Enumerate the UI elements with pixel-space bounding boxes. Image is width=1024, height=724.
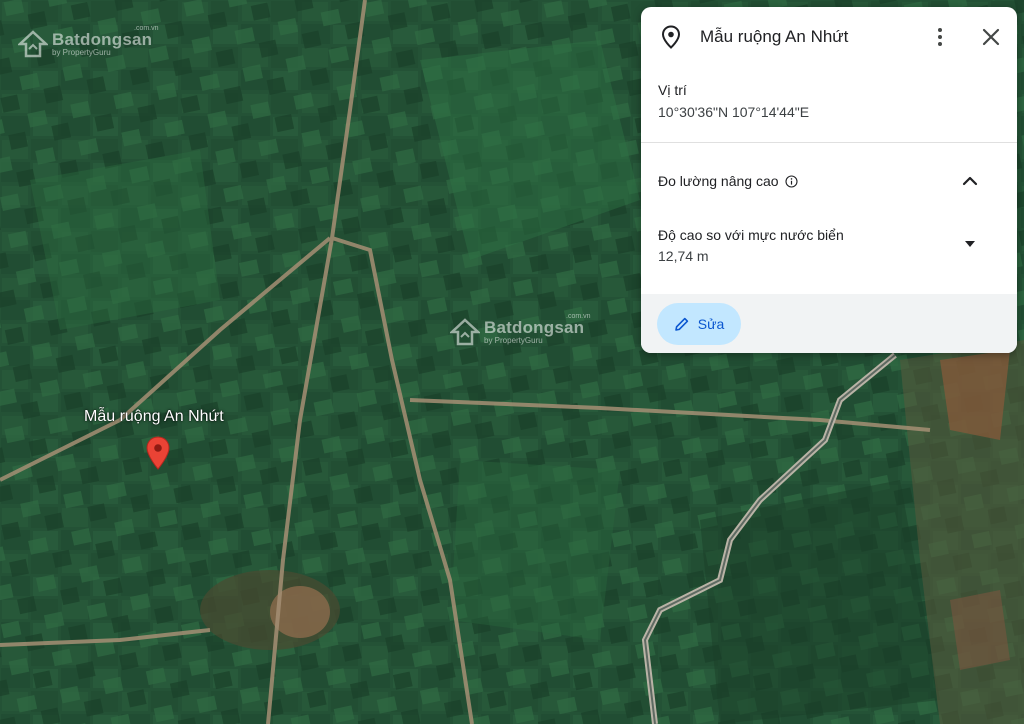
panel-title: Mẫu ruộng An Nhứt [700,27,849,46]
elevation-label: Độ cao so với mực nước biển [658,227,844,243]
watermark-brand: Batdongsan [484,318,585,337]
advanced-measurements-label: Đo lường nâng cao [658,173,779,189]
place-details-panel: Mẫu ruộng An Nhứt Vị trí 10°30'36"N 107°… [641,7,1017,353]
location-label: Vị trí [658,82,687,98]
location-pin-icon [661,25,681,49]
elevation-value: 12,74 m [658,248,709,264]
batdongsan-logo-icon [450,318,480,346]
watermark-sub: by PropertyGuru [484,336,543,345]
close-icon[interactable] [979,25,1003,49]
caret-down-icon[interactable] [961,238,979,250]
advanced-measurements-toggle[interactable]: Đo lường nâng cao [658,173,798,189]
watermark-brand: Batdongsan [52,30,153,49]
edit-button[interactable]: Sửa [657,303,741,345]
placemark-label[interactable]: Mẫu ruộng An Nhứt [84,408,224,426]
watermark-sub: by PropertyGuru [52,48,111,57]
map-marker-icon[interactable] [146,436,170,470]
watermark-logo-center: Batdongsan by PropertyGuru .com.vn [450,313,591,346]
chevron-up-icon[interactable] [959,173,981,189]
batdongsan-logo-icon [18,30,48,58]
watermark-domain: .com.vn [134,25,159,32]
panel-header: Mẫu ruộng An Nhứt [641,7,1017,65]
info-icon[interactable] [784,174,798,188]
edit-button-label: Sửa [697,316,725,332]
more-vert-icon[interactable] [929,25,951,49]
watermark-domain: .com.vn [566,313,591,320]
divider [641,142,1017,143]
coordinates-value: 10°30'36"N 107°14'44"E [658,104,810,120]
pencil-icon [674,317,688,331]
watermark-logo: Batdongsan by PropertyGuru .com.vn [18,25,159,58]
